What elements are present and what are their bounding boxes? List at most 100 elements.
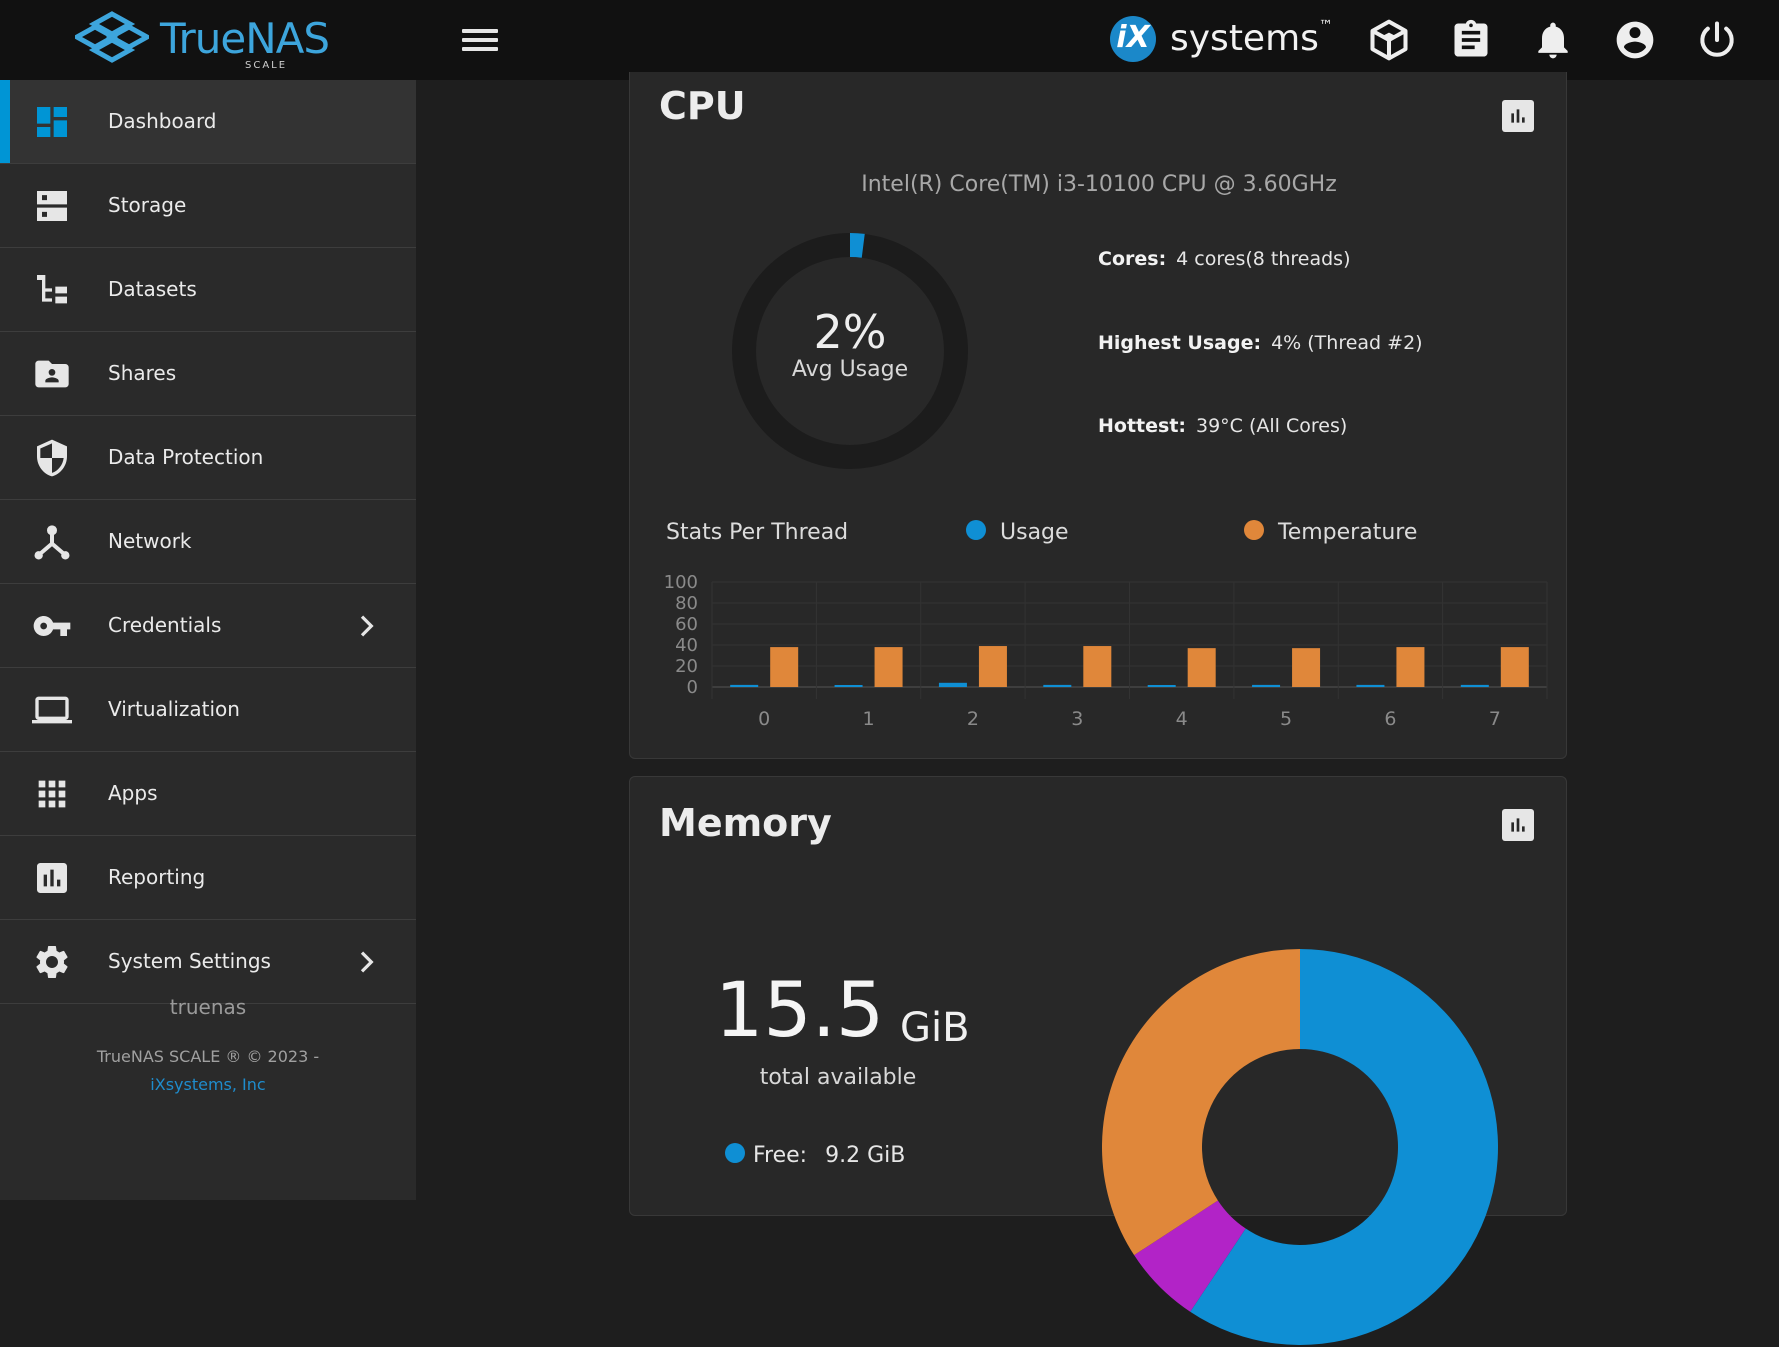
bar-chart-icon bbox=[1511, 109, 1525, 123]
reporting-icon bbox=[32, 858, 72, 898]
memory-total-value: 15.5 bbox=[715, 965, 885, 1054]
laptop-icon bbox=[32, 690, 72, 730]
memory-orange-slice[interactable] bbox=[1102, 949, 1300, 1256]
temperature-bar[interactable] bbox=[1500, 647, 1529, 687]
memory-total-label: total available bbox=[759, 1065, 917, 1090]
x-tick-label: 6 bbox=[1384, 708, 1396, 730]
sidebar-item-credentials[interactable]: Credentials bbox=[0, 584, 416, 668]
hottest-stat: Hottest: 39°C (All Cores) bbox=[1098, 415, 1347, 437]
usage-bar[interactable] bbox=[834, 685, 863, 687]
thread-stats-chart: 0204060801000 1 2 3 4 5 6 7 bbox=[664, 572, 1548, 730]
temperature-bar[interactable] bbox=[1396, 647, 1425, 687]
cpu-card: CPU Intel(R) Core(TM) i3-10100 CPU @ 3.6… bbox=[629, 72, 1567, 759]
sidebar-item-datasets[interactable]: Datasets bbox=[0, 248, 416, 332]
account-icon[interactable] bbox=[1613, 18, 1657, 62]
temperature-bar[interactable] bbox=[874, 647, 903, 687]
hottest-label: Hottest: bbox=[1098, 415, 1186, 437]
legend-usage-swatch bbox=[966, 520, 986, 540]
truenas-logo-icon bbox=[75, 11, 149, 63]
y-tick-label: 100 bbox=[664, 572, 698, 593]
sidebar-item-data-protection[interactable]: Data Protection bbox=[0, 416, 416, 500]
x-tick-label: 0 bbox=[758, 708, 770, 730]
highest-usage-stat: Highest Usage: 4% (Thread #2) bbox=[1098, 332, 1423, 354]
memory-free-label: Free: bbox=[753, 1143, 808, 1168]
usage-bar[interactable] bbox=[1043, 684, 1072, 687]
memory-reports-button[interactable] bbox=[1502, 809, 1534, 841]
clipboard-icon[interactable] bbox=[1449, 18, 1493, 62]
power-icon[interactable] bbox=[1695, 18, 1739, 62]
chevron-right-icon bbox=[350, 946, 382, 978]
legend-temperature-label: Temperature bbox=[1278, 520, 1418, 545]
storage-icon bbox=[32, 186, 72, 226]
cpu-reports-button[interactable] bbox=[1502, 100, 1534, 132]
cores-value: 4 cores(8 threads) bbox=[1176, 248, 1351, 270]
cpu-model: Intel(R) Core(TM) i3-10100 CPU @ 3.60GHz bbox=[861, 172, 1337, 197]
sidebar-item-reporting[interactable]: Reporting bbox=[0, 836, 416, 920]
x-tick-label: 3 bbox=[1071, 708, 1083, 730]
memory-free-value: 9.2 GiB bbox=[825, 1143, 906, 1168]
sidebar-item-label: Reporting bbox=[108, 865, 206, 889]
hamburger-line bbox=[462, 29, 498, 33]
x-tick-label: 4 bbox=[1176, 708, 1188, 730]
truecommand-icon[interactable] bbox=[1367, 18, 1411, 62]
legend-usage[interactable]: Usage bbox=[966, 520, 1069, 545]
highest-usage-value: 4% (Thread #2) bbox=[1271, 332, 1423, 354]
hamburger-line bbox=[462, 38, 498, 42]
ix-mark: iX bbox=[1110, 16, 1156, 62]
sidebar-item-shares[interactable]: Shares bbox=[0, 332, 416, 416]
avg-usage-label: Avg Usage bbox=[791, 357, 909, 382]
avg-usage-value: 2% bbox=[813, 305, 887, 359]
memory-title: Memory bbox=[659, 801, 832, 845]
brand-sub: SCALE bbox=[245, 60, 288, 71]
usage-bar[interactable] bbox=[1356, 684, 1385, 687]
usage-bar[interactable] bbox=[730, 684, 759, 687]
chevron-right-icon bbox=[350, 610, 382, 642]
sidebar-item-label: Data Protection bbox=[108, 445, 264, 469]
sidebar: Dashboard Storage Datasets Shares Data P… bbox=[0, 80, 416, 1200]
network-icon bbox=[32, 522, 72, 562]
sidebar-item-dashboard[interactable]: Dashboard bbox=[0, 80, 416, 164]
usage-bar[interactable] bbox=[1147, 685, 1176, 687]
temperature-bar[interactable] bbox=[1292, 648, 1321, 687]
y-tick-label: 40 bbox=[675, 635, 698, 656]
hamburger-line bbox=[462, 47, 498, 51]
sidebar-item-label: System Settings bbox=[108, 949, 271, 973]
copyright-text: TrueNAS SCALE ® © 2023 - bbox=[96, 1047, 320, 1066]
menu-toggle-button[interactable] bbox=[462, 24, 498, 56]
sidebar-item-virtualization[interactable]: Virtualization bbox=[0, 668, 416, 752]
ix-wordmark-text: systems bbox=[1170, 18, 1319, 59]
sidebar-item-label: Datasets bbox=[108, 277, 197, 301]
y-tick-label: 0 bbox=[687, 677, 698, 698]
temperature-bar[interactable] bbox=[1187, 648, 1216, 687]
apps-grid-icon bbox=[32, 774, 72, 814]
memory-total-unit: GiB bbox=[900, 1005, 970, 1051]
x-tick-label: 5 bbox=[1280, 708, 1292, 730]
memory-free-swatch bbox=[725, 1143, 745, 1163]
x-tick-label: 2 bbox=[967, 708, 979, 730]
memory-card: Memory 15.5 GiB total available Free: 9.2… bbox=[629, 776, 1567, 1345]
bar-chart-icon bbox=[1511, 818, 1525, 832]
sidebar-item-storage[interactable]: Storage bbox=[0, 164, 416, 248]
brand-name: TrueNAS bbox=[160, 14, 330, 63]
sidebar-item-label: Dashboard bbox=[108, 109, 217, 133]
bell-icon[interactable] bbox=[1531, 18, 1575, 62]
shield-icon bbox=[32, 438, 72, 478]
usage-bar[interactable] bbox=[938, 682, 967, 687]
temperature-bar[interactable] bbox=[770, 647, 799, 687]
sidebar-item-apps[interactable]: Apps bbox=[0, 752, 416, 836]
ix-wordmark: systems™ bbox=[1170, 18, 1333, 59]
temperature-bar[interactable] bbox=[978, 646, 1007, 687]
hostname: truenas bbox=[169, 995, 247, 1019]
sidebar-item-label: Virtualization bbox=[108, 697, 240, 721]
cpu-title: CPU bbox=[659, 84, 746, 128]
company-link[interactable]: iXsystems, Inc bbox=[0, 1071, 416, 1099]
usage-bar[interactable] bbox=[1460, 684, 1489, 687]
sidebar-item-network[interactable]: Network bbox=[0, 500, 416, 584]
y-tick-label: 20 bbox=[675, 656, 698, 677]
usage-bar[interactable] bbox=[1252, 684, 1281, 687]
sidebar-item-system-settings[interactable]: System Settings bbox=[0, 920, 416, 1004]
temperature-bar[interactable] bbox=[1083, 646, 1112, 687]
legend-temperature[interactable]: Temperature bbox=[1244, 520, 1417, 545]
gear-icon bbox=[32, 942, 72, 982]
shares-icon bbox=[32, 354, 72, 394]
